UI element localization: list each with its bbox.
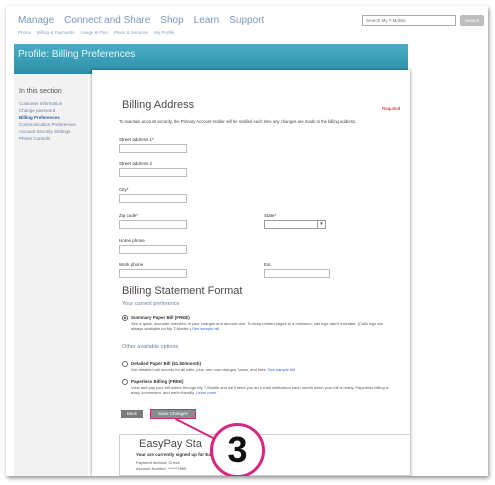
street2-label: Street address 2: [119, 161, 153, 166]
top-navigation: Manage Connect and Share Shop Learn Supp…: [18, 15, 264, 26]
chevron-down-icon: ▾: [317, 221, 325, 228]
subnav-usage[interactable]: Usage & Plan: [81, 30, 109, 35]
paperless-title: Paperless Billing (FREE): [131, 379, 184, 384]
sidebar-item-customer-info[interactable]: Customer Information: [19, 101, 76, 108]
sidebar-heading: In this section: [19, 88, 62, 95]
paperless-radio[interactable]: [122, 379, 128, 385]
zip-label: Zip code*: [119, 213, 139, 218]
state-label: State*: [264, 213, 277, 218]
zip-field[interactable]: [119, 220, 187, 229]
home-phone-field[interactable]: [119, 245, 187, 254]
city-field[interactable]: [119, 194, 187, 203]
paperless-desc: View and pay your bill online through My…: [131, 385, 396, 395]
billing-intro-text: To maintain account security, the Primar…: [119, 119, 357, 124]
sidebar-list: Customer Information Change password Bil…: [19, 101, 76, 143]
subnav-profile[interactable]: My Profile: [154, 30, 174, 35]
detailed-bill-desc: Get detailed call records for all calls,…: [131, 367, 396, 372]
nav-manage[interactable]: Manage: [18, 15, 54, 26]
detailed-sample-link[interactable]: See sample bill: [268, 367, 295, 372]
summary-bill-text: See a quick, accurate overview of your c…: [131, 321, 384, 331]
ext-label: Ext.: [264, 262, 272, 267]
paperless-learn-more-link[interactable]: Learn more: [196, 390, 216, 395]
billing-address-heading: Billing Address: [122, 99, 195, 111]
search-input[interactable]: Search My T-Mobile: [362, 15, 456, 26]
summary-sample-link[interactable]: See sample bill: [192, 326, 219, 331]
sidebar-item-phone-controls[interactable]: Phone Controls: [19, 136, 76, 143]
subnav-phone[interactable]: Phone: [18, 30, 31, 35]
subnav-billing[interactable]: Billing & Payments: [37, 30, 75, 35]
work-phone-field[interactable]: [119, 269, 187, 278]
search-button[interactable]: Search: [460, 15, 484, 26]
save-changes-button[interactable]: Save Changes: [150, 409, 196, 419]
current-preference-label: Your current preference: [122, 301, 180, 307]
work-phone-label: Work phone: [119, 262, 144, 267]
easypay-account-number: Account Number: ******7895: [136, 466, 187, 471]
nav-shop[interactable]: Shop: [160, 15, 183, 26]
screenshot-frame: Manage Connect and Share Shop Learn Supp…: [6, 6, 488, 476]
back-button[interactable]: Back: [121, 410, 143, 418]
street1-label: Street address 1*: [119, 137, 154, 142]
state-select[interactable]: ▾: [264, 220, 326, 229]
detailed-bill-radio[interactable]: [122, 361, 128, 367]
sub-navigation: Phone Billing & Payments Usage & Plan Pl…: [18, 30, 174, 35]
subnav-plans[interactable]: Plans & Services: [114, 30, 148, 35]
paperless-text: View and pay your bill online through My…: [131, 385, 389, 395]
other-options-label: Other available options: [122, 344, 179, 350]
sidebar-item-communication[interactable]: Communication Preferences: [19, 122, 76, 129]
page-title: Profile: Billing Preferences: [18, 49, 136, 60]
required-note: Required: [382, 106, 401, 111]
easypay-heading: EasyPay Sta: [139, 438, 202, 450]
sidebar-item-billing-preferences[interactable]: Billing Preferences: [19, 115, 76, 122]
summary-bill-radio[interactable]: [122, 315, 128, 321]
sidebar-item-security[interactable]: Account Security Settings: [19, 129, 76, 136]
ext-field[interactable]: [264, 269, 330, 278]
sidebar-item-change-password[interactable]: Change password: [19, 108, 76, 115]
city-label: City*: [119, 187, 129, 192]
detailed-bill-text: Get detailed call records for all calls,…: [131, 367, 267, 372]
statement-heading: Billing Statement Format: [122, 285, 243, 297]
easypay-payment-method: Payment method: Check: [136, 460, 180, 465]
detailed-bill-title: Detailed Paper Bill ($1.50/month): [131, 361, 202, 366]
street2-field[interactable]: [119, 168, 187, 177]
summary-bill-desc: See a quick, accurate overview of your c…: [131, 321, 396, 331]
home-phone-label: Home phone: [119, 238, 145, 243]
nav-connect-share[interactable]: Connect and Share: [64, 15, 150, 26]
street1-field[interactable]: [119, 144, 187, 153]
summary-bill-title: Summary Paper Bill (FREE): [131, 315, 190, 320]
nav-support[interactable]: Support: [229, 15, 264, 26]
nav-learn[interactable]: Learn: [194, 15, 220, 26]
step-callout-badge: 3: [210, 423, 265, 476]
